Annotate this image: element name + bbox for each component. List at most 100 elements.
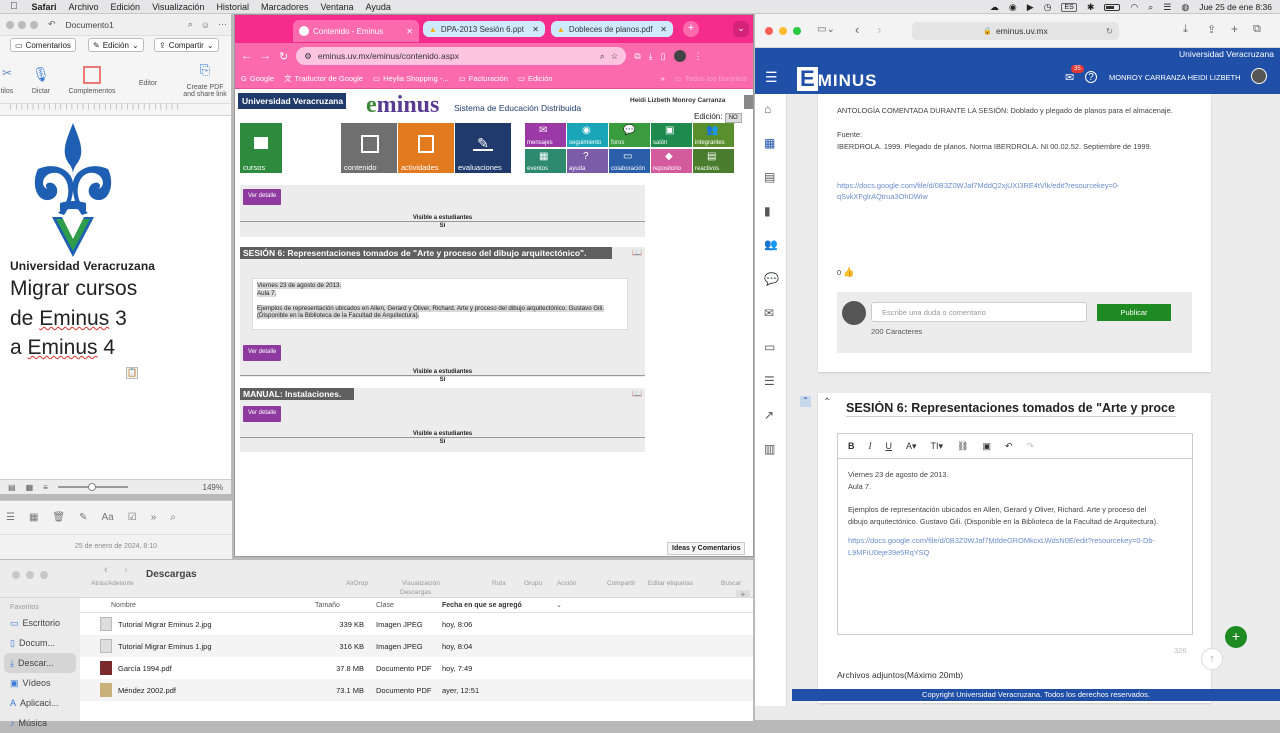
- col-name[interactable]: Nombre: [80, 602, 310, 609]
- font-size-icon[interactable]: TI▾: [931, 441, 944, 452]
- user-avatar[interactable]: [1251, 68, 1267, 84]
- chevron-up-icon[interactable]: ⌃: [823, 397, 831, 408]
- publish-button[interactable]: Publicar: [1097, 304, 1171, 321]
- ver-detalle-button[interactable]: Ver detalle: [243, 189, 282, 205]
- zoom-icon[interactable]: ⌕: [600, 51, 605, 62]
- editor-link[interactable]: https://docs.google.com/file/d/0B3Z0WJaf…: [848, 535, 1158, 558]
- ideas-comments-button[interactable]: Ideas y Comentarios: [667, 542, 746, 555]
- chrome-menu-icon[interactable]: ⋮: [694, 51, 703, 62]
- home-icon[interactable]: ⌂: [764, 102, 778, 116]
- tab-close-icon[interactable]: ✕: [532, 25, 539, 34]
- input-source-badge[interactable]: ES: [1061, 2, 1077, 12]
- list-icon[interactable]: ☰: [764, 374, 778, 388]
- notes-search-icon[interactable]: ⌕: [170, 512, 176, 523]
- tab-close-icon[interactable]: ✕: [406, 27, 413, 36]
- window-close-button[interactable]: [6, 20, 14, 29]
- library-icon[interactable]: ▥: [764, 442, 778, 456]
- tab-search-button[interactable]: ⌄: [733, 21, 749, 37]
- ver-detalle-button[interactable]: Ver detalle: [243, 345, 282, 361]
- focus-icon[interactable]: ▦: [26, 483, 34, 492]
- nav-mensajes[interactable]: ✉ mensajes: [525, 123, 566, 147]
- menubar-clock[interactable]: Jue 25 de ene 8:36: [1199, 2, 1272, 12]
- nav-foros[interactable]: 💬 foros: [609, 123, 650, 147]
- nav-actividades[interactable]: actividades: [398, 123, 454, 173]
- apple-menu-icon[interactable]: : [0, 1, 26, 12]
- editor-button[interactable]: Editor: [128, 80, 168, 87]
- extensions-icon[interactable]: ⧉: [634, 51, 640, 62]
- tab-contenido-eminus[interactable]: Contenido - Eminus ✕: [293, 20, 419, 42]
- link-icon[interactable]: ⛓: [957, 441, 968, 452]
- zoom-slider[interactable]: [57, 483, 128, 491]
- bookmark-translate[interactable]: 文 Traductor de Google: [284, 73, 363, 84]
- book-icon[interactable]: ▮: [764, 204, 778, 218]
- file-row[interactable]: Méndez 2002.pdf 73.1 MB Documento PDF ay…: [80, 679, 753, 701]
- nav-evaluaciones[interactable]: ✎ evaluaciones: [455, 123, 511, 173]
- thumbs-up-icon[interactable]: 👍: [843, 267, 854, 277]
- reload-icon[interactable]: ↻: [279, 50, 288, 63]
- control-center-icon[interactable]: ☰: [1163, 2, 1171, 13]
- sidebar-item-aplicaciones[interactable]: A Aplicaci...: [0, 693, 80, 713]
- nav-repositorio[interactable]: ◆ repositorio: [651, 149, 692, 173]
- paste-options-icon[interactable]: 📋: [126, 367, 138, 379]
- undo-icon[interactable]: ↶: [1005, 441, 1013, 452]
- mail-icon[interactable]: ✉: [764, 306, 778, 320]
- notifications-icon[interactable]: ✉: [1065, 71, 1074, 84]
- cast-icon[interactable]: ▭: [764, 340, 778, 354]
- menu-marcadores[interactable]: Marcadores: [255, 2, 315, 12]
- add-ins-button[interactable]: Complementos: [66, 66, 118, 95]
- word-search-icon[interactable]: ⌕: [188, 19, 193, 30]
- airdrop-button[interactable]: AirDrop: [346, 580, 368, 587]
- dictate-button[interactable]: 🎙 Dictar: [28, 66, 54, 95]
- sidebar-toggle-icon[interactable]: ▭⌄: [817, 24, 835, 35]
- col-kind[interactable]: Clase: [370, 602, 442, 609]
- siri-icon[interactable]: ◍: [1181, 2, 1189, 13]
- editor-body[interactable]: Viernes 23 de agosto de 2013. Aula 7. Ej…: [848, 469, 1158, 558]
- tab-close-icon[interactable]: ✕: [660, 25, 667, 34]
- grid-view-icon[interactable]: ▦: [29, 512, 38, 523]
- styles-tool[interactable]: ✂ tilos: [0, 66, 14, 95]
- eminus4-logo[interactable]: E MINUS: [797, 65, 877, 91]
- bluetooth-icon[interactable]: ✱: [1087, 2, 1095, 13]
- edit-toggle-value[interactable]: NO: [724, 113, 742, 123]
- sidepanel-icon[interactable]: ▯: [661, 51, 666, 62]
- undo-icon[interactable]: ↶: [48, 19, 56, 30]
- forward-icon[interactable]: ›: [124, 564, 128, 576]
- book-icon[interactable]: 📖: [632, 389, 642, 398]
- sidebar-item-musica[interactable]: ♪ Música: [0, 713, 80, 733]
- window-minimize-button[interactable]: [779, 27, 787, 35]
- nav-colaboracion[interactable]: ▭ colaboración: [609, 149, 650, 173]
- forum-icon[interactable]: 💬: [764, 272, 779, 286]
- word-more-icon[interactable]: ⋯: [218, 19, 227, 30]
- search-button[interactable]: Buscar: [721, 580, 741, 587]
- window-minimize-button[interactable]: [18, 20, 26, 29]
- file-row[interactable]: Tutorial Migrar Eminus 1.jpg 316 KB Imag…: [80, 635, 753, 657]
- nav-ayuda[interactable]: ? ayuda: [567, 149, 608, 173]
- menu-edicion[interactable]: Edición: [105, 2, 147, 12]
- bold-icon[interactable]: B: [848, 441, 855, 451]
- menu-archivo[interactable]: Archivo: [63, 2, 105, 12]
- window-zoom-button[interactable]: [30, 20, 38, 29]
- font-color-icon[interactable]: A▾: [906, 441, 917, 452]
- eminus3-logo[interactable]: eminus: [366, 93, 439, 117]
- window-zoom-button[interactable]: [793, 27, 801, 35]
- bookmark-facturacion[interactable]: ▭ Facturación: [459, 74, 508, 83]
- collapse-up-icon[interactable]: ⌃: [800, 396, 811, 407]
- battery-icon[interactable]: [1104, 3, 1121, 11]
- nav-reactivos[interactable]: ▤ reactivos: [693, 149, 734, 173]
- sidebar-item-videos[interactable]: ▣ Vídeos: [0, 673, 80, 693]
- edit-mode-button[interactable]: ✎ Edición ⌄: [88, 38, 144, 52]
- help-icon[interactable]: ?: [1085, 71, 1097, 83]
- status-icon-record[interactable]: ◉: [1009, 2, 1017, 13]
- share-icon[interactable]: ⇪: [1207, 23, 1216, 36]
- action-button[interactable]: Acción: [557, 580, 577, 587]
- trash-icon[interactable]: 🗑: [52, 512, 65, 523]
- status-icon-clock[interactable]: ◷: [1044, 2, 1052, 13]
- session-title-input[interactable]: SESIÓN 6: Representaciones tomados de "A…: [846, 401, 1176, 417]
- add-fab-button[interactable]: +: [1225, 626, 1247, 648]
- new-tab-button[interactable]: +: [683, 21, 699, 37]
- tab-dpa-2013[interactable]: ▲ DPA-2013 Sesión 6.ppt ✕: [423, 21, 545, 37]
- tab-overview-icon[interactable]: ⧉: [1253, 23, 1261, 36]
- sidebar-item-escritorio[interactable]: ▭ Escritorio: [0, 613, 80, 633]
- sidebar-item-documentos[interactable]: ▯ Docum...: [0, 633, 80, 653]
- sidebar-item-descargas[interactable]: ⤓ Descar...: [4, 653, 76, 673]
